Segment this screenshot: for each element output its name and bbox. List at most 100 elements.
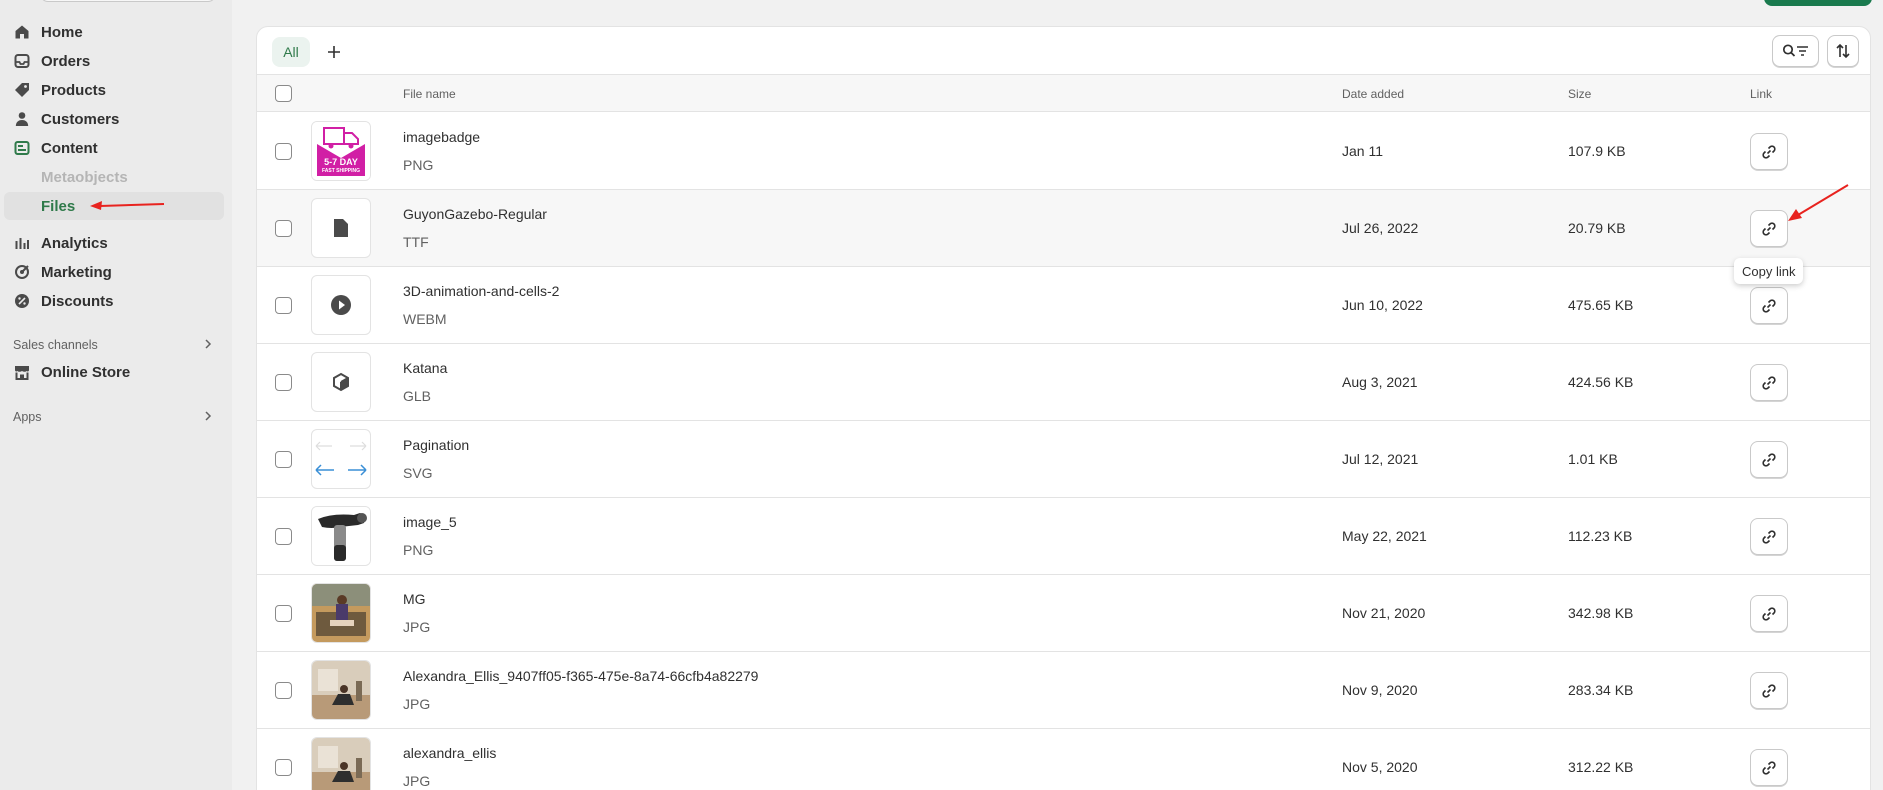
nav-label-content: Content	[41, 139, 98, 157]
table-row[interactable]: MG JPG Nov 21, 2020 342.98 KB	[257, 575, 1870, 652]
copy-link-button[interactable]	[1750, 595, 1788, 632]
file-icon	[334, 219, 348, 237]
copy-link-button[interactable]	[1750, 518, 1788, 555]
sidebar: Home Orders Products Customers Content M…	[0, 0, 232, 790]
table-row[interactable]: alexandra_ellis JPG Nov 5, 2020 312.22 K…	[257, 729, 1870, 790]
file-date-added: Nov 5, 2020	[1342, 759, 1418, 775]
nav-item-online-store[interactable]: Online Store	[4, 358, 224, 386]
file-name[interactable]: 3D-animation-and-cells-2	[403, 283, 559, 299]
files-card: All File name Date added Size Link 5-7 D…	[256, 26, 1871, 790]
nav-item-content[interactable]: Content	[4, 134, 224, 162]
copy-link-button[interactable]	[1750, 133, 1788, 170]
file-name[interactable]: image_5	[403, 514, 457, 530]
nav-item-metaobjects[interactable]: Metaobjects	[4, 163, 224, 191]
link-icon	[1762, 144, 1776, 159]
file-name[interactable]: MG	[403, 591, 426, 607]
row-checkbox[interactable]	[275, 451, 292, 468]
table-row[interactable]: 3D-animation-and-cells-2 WEBM Jun 10, 20…	[257, 267, 1870, 344]
tab-all[interactable]: All	[272, 37, 310, 67]
header-size[interactable]: Size	[1568, 87, 1591, 101]
table-row[interactable]: Pagination SVG Jul 12, 2021 1.01 KB	[257, 421, 1870, 498]
file-name[interactable]: alexandra_ellis	[403, 745, 496, 761]
file-thumbnail[interactable]	[311, 506, 371, 566]
file-type: JPG	[403, 696, 431, 712]
store-selector[interactable]	[40, 0, 216, 2]
row-checkbox[interactable]	[275, 759, 292, 776]
row-checkbox[interactable]	[275, 682, 292, 699]
search-filter-icon	[1782, 44, 1808, 57]
row-checkbox[interactable]	[275, 605, 292, 622]
upload-files-button[interactable]	[1764, 0, 1872, 6]
table-row[interactable]: Alexandra_Ellis_9407ff05-f365-475e-8a74-…	[257, 652, 1870, 729]
file-size: 1.01 KB	[1568, 451, 1618, 467]
link-icon	[1762, 375, 1776, 390]
file-type: JPG	[403, 619, 431, 635]
file-name[interactable]: Alexandra_Ellis_9407ff05-f365-475e-8a74-…	[403, 668, 758, 684]
file-type: SVG	[403, 465, 433, 481]
nav-item-home[interactable]: Home	[4, 18, 224, 46]
content-icon	[14, 140, 30, 156]
tab-bar: All	[257, 27, 1870, 75]
row-checkbox[interactable]	[275, 220, 292, 237]
file-name[interactable]: GuyonGazebo-Regular	[403, 206, 547, 222]
row-checkbox[interactable]	[275, 143, 292, 160]
copy-link-button[interactable]	[1750, 749, 1788, 786]
add-view-button[interactable]	[319, 37, 349, 67]
file-thumbnail[interactable]	[311, 737, 371, 790]
select-all-checkbox[interactable]	[275, 85, 292, 102]
file-thumbnail[interactable]	[311, 198, 371, 258]
nav-item-files[interactable]: Files	[4, 192, 224, 220]
file-type: TTF	[403, 234, 429, 250]
file-name[interactable]: Katana	[403, 360, 447, 376]
sales-channels-header[interactable]: Sales channels	[13, 338, 213, 352]
table-row[interactable]: 5-7 DAY FAST SHIPPING imagebadge PNG Jan…	[257, 113, 1870, 190]
target-icon	[14, 264, 30, 280]
sort-icon	[1836, 43, 1850, 59]
alexandra-photo-thumbnail	[312, 661, 370, 719]
nav-item-analytics[interactable]: Analytics	[4, 229, 224, 257]
file-date-added: Aug 3, 2021	[1342, 374, 1418, 390]
file-size: 20.79 KB	[1568, 220, 1626, 236]
search-filter-button[interactable]	[1772, 35, 1819, 67]
alexandra-photo-thumbnail	[312, 738, 370, 790]
table-row[interactable]: GuyonGazebo-Regular TTF Jul 26, 2022 20.…	[257, 190, 1870, 267]
file-size: 283.34 KB	[1568, 682, 1634, 698]
nav-item-products[interactable]: Products	[4, 76, 224, 104]
link-icon	[1762, 760, 1776, 775]
apps-header[interactable]: Apps	[13, 410, 213, 424]
row-checkbox[interactable]	[275, 374, 292, 391]
table-row[interactable]: Katana GLB Aug 3, 2021 424.56 KB	[257, 344, 1870, 421]
nav-label-metaobjects: Metaobjects	[41, 168, 128, 186]
table-row[interactable]: image_5 PNG May 22, 2021 112.23 KB	[257, 498, 1870, 575]
copy-link-button[interactable]	[1750, 364, 1788, 401]
nav-item-discounts[interactable]: Discounts	[4, 287, 224, 315]
copy-link-button[interactable]	[1750, 441, 1788, 478]
copy-link-button[interactable]	[1750, 210, 1788, 247]
nav-item-customers[interactable]: Customers	[4, 105, 224, 133]
bar-chart-icon	[14, 235, 30, 251]
person-icon	[14, 111, 30, 127]
file-thumbnail[interactable]	[311, 660, 371, 720]
mg-photo-thumbnail	[312, 584, 370, 642]
copy-link-button[interactable]	[1750, 672, 1788, 709]
nav-label-orders: Orders	[41, 52, 91, 70]
copy-link-button[interactable]	[1750, 287, 1788, 324]
file-thumbnail[interactable]	[311, 583, 371, 643]
file-name[interactable]: Pagination	[403, 437, 469, 453]
header-date-added[interactable]: Date added	[1342, 87, 1404, 101]
file-thumbnail[interactable]	[311, 429, 371, 489]
file-thumbnail[interactable]	[311, 352, 371, 412]
copy-link-tooltip: Copy link	[1734, 258, 1804, 284]
file-name[interactable]: imagebadge	[403, 129, 480, 145]
file-thumbnail[interactable]	[311, 275, 371, 335]
nav-item-orders[interactable]: Orders	[4, 47, 224, 75]
link-icon	[1762, 452, 1776, 467]
row-checkbox[interactable]	[275, 528, 292, 545]
nav-label-analytics: Analytics	[41, 234, 108, 252]
nav-item-marketing[interactable]: Marketing	[4, 258, 224, 286]
file-thumbnail[interactable]: 5-7 DAY FAST SHIPPING	[311, 121, 371, 181]
header-file-name[interactable]: File name	[403, 87, 456, 101]
sort-button[interactable]	[1827, 35, 1859, 67]
row-checkbox[interactable]	[275, 297, 292, 314]
file-date-added: Jan 11	[1342, 143, 1383, 159]
